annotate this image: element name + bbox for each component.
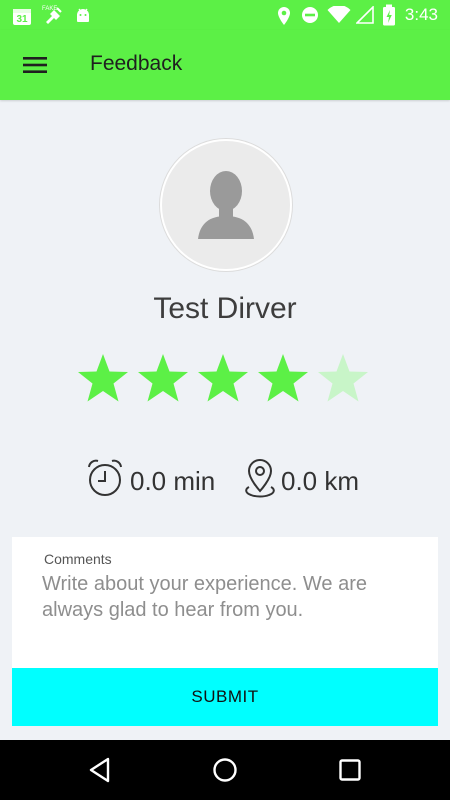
submit-button[interactable]: SUBMIT [12, 668, 438, 726]
navigation-bar [0, 740, 450, 800]
menu-button[interactable] [12, 42, 58, 88]
hamburger-menu-icon [23, 57, 47, 73]
calendar-day: 31 [16, 14, 28, 25]
recents-icon[interactable] [336, 756, 364, 784]
comments-label: Comments [44, 551, 112, 567]
status-bar: 31 FAKE 3:43 [0, 0, 450, 30]
page-title: Feedback [90, 52, 183, 75]
battery-charging-icon [383, 4, 395, 26]
driver-name: Test Dirver [153, 292, 297, 325]
fake-gps-icon: FAKE [42, 6, 62, 24]
calendar-icon: 31 [13, 9, 31, 25]
map-pin-icon [245, 458, 275, 498]
app-bar: Feedback [0, 30, 450, 100]
back-icon[interactable] [86, 756, 114, 784]
status-time: 3:43 [404, 5, 438, 24]
android-icon [77, 8, 89, 22]
trip-distance: 0.0 km [281, 466, 360, 496]
comments-card: Comments [12, 537, 438, 668]
location-icon [278, 7, 290, 25]
home-icon[interactable] [211, 756, 239, 784]
star-3-icon[interactable] [195, 351, 251, 407]
star-5-icon[interactable] [315, 351, 371, 407]
trip-stats: 0.0 min 0.0 km [0, 456, 450, 502]
avatar [160, 139, 292, 271]
do-not-disturb-icon [302, 7, 318, 23]
trip-time: 0.0 min [130, 466, 216, 496]
star-1-icon[interactable] [75, 351, 131, 407]
signal-icon [356, 6, 374, 24]
star-rating[interactable] [75, 351, 375, 407]
wifi-icon [327, 6, 351, 23]
star-4-icon[interactable] [255, 351, 311, 407]
comments-input[interactable] [42, 571, 422, 651]
star-2-icon[interactable] [135, 351, 191, 407]
alarm-clock-icon [88, 459, 122, 496]
person-silhouette-icon [198, 171, 254, 239]
